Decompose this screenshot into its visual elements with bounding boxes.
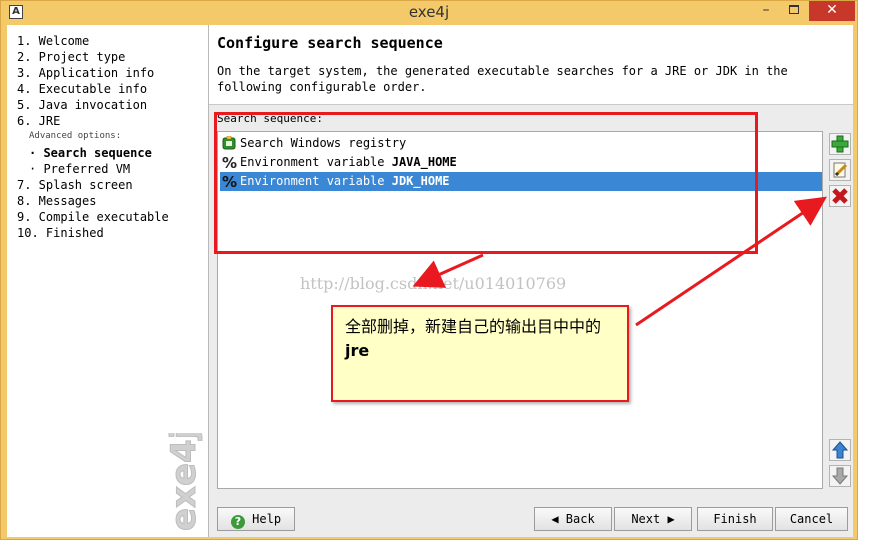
back-arrow-icon: ◀ [551, 512, 559, 526]
edit-button[interactable] [829, 159, 851, 181]
nav-step-compile-executable[interactable]: 9. Compile executable [17, 210, 169, 224]
title-bar[interactable]: A exe4j – ✕ [1, 1, 857, 23]
nav-step-search-sequence[interactable]: · Search sequence [29, 146, 152, 160]
maximize-icon [789, 5, 799, 14]
help-label: Help [252, 512, 282, 526]
maximize-button[interactable] [781, 1, 807, 21]
next-label: Next [631, 512, 661, 526]
nav-step-messages[interactable]: 8. Messages [17, 194, 96, 208]
nav-step-welcome[interactable]: 1. Welcome [17, 34, 89, 48]
add-icon [831, 135, 849, 153]
exe4j-logo: exe4j [164, 433, 205, 532]
next-arrow-icon: ▶ [667, 512, 675, 526]
page-title: Configure search sequence [217, 34, 443, 52]
annotation-text: 全部删掉，新建自己的输出目中中的jre [345, 317, 602, 360]
nav-step-splash-screen[interactable]: 7. Splash screen [17, 178, 133, 192]
add-button[interactable] [829, 133, 851, 155]
move-down-icon [831, 467, 849, 485]
highlight-box [214, 112, 758, 254]
move-up-button[interactable] [829, 439, 851, 461]
next-button[interactable]: Next ▶ [614, 507, 692, 531]
nav-step-executable-info[interactable]: 4. Executable info [17, 82, 147, 96]
move-up-icon [831, 441, 849, 459]
nav-step-application-info[interactable]: 3. Application info [17, 66, 154, 80]
page-description: On the target system, the generated exec… [217, 64, 788, 94]
svg-text:exe4j: exe4j [164, 433, 204, 531]
annotation-note: 全部删掉，新建自己的输出目中中的jre [331, 305, 629, 402]
nav-step-jre[interactable]: 6. JRE [17, 114, 60, 128]
back-button[interactable]: ◀ Back [534, 507, 612, 531]
app-window: A exe4j – ✕ 1. Welcome 2. Project type 3… [0, 0, 858, 540]
watermark: http://blog.csdn.net/u014010769 [300, 274, 567, 293]
nav-step-java-invocation[interactable]: 5. Java invocation [17, 98, 147, 112]
remove-icon [832, 188, 848, 204]
nav-step-preferred-vm[interactable]: · Preferred VM [29, 162, 130, 176]
help-button[interactable]: ? Help [217, 507, 295, 531]
page-header: Configure search sequence On the target … [209, 25, 853, 105]
wizard-steps-nav: 1. Welcome 2. Project type 3. Applicatio… [7, 25, 209, 537]
finish-button[interactable]: Finish [697, 507, 773, 531]
advanced-options-label: Advanced options: [29, 131, 122, 141]
nav-step-project-type[interactable]: 2. Project type [17, 50, 125, 64]
cancel-button[interactable]: Cancel [775, 507, 848, 531]
close-button[interactable]: ✕ [809, 1, 855, 21]
minimize-button[interactable]: – [753, 1, 779, 21]
back-label: Back [565, 512, 595, 526]
edit-icon [833, 162, 848, 178]
nav-step-finished[interactable]: 10. Finished [17, 226, 104, 240]
remove-button[interactable] [829, 185, 851, 207]
help-icon: ? [230, 515, 245, 529]
window-title: exe4j [408, 3, 450, 21]
move-down-button[interactable] [829, 465, 851, 487]
